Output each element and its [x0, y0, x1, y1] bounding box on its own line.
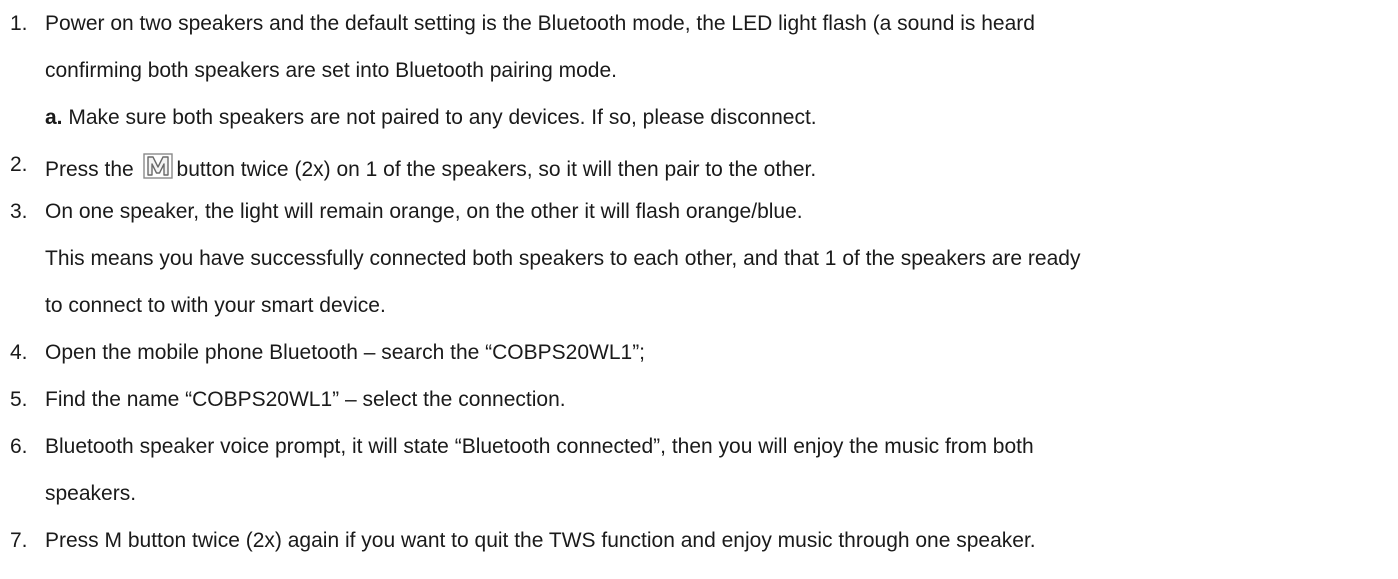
step-text: This means you have successfully connect… — [45, 247, 1081, 270]
step-text: Press the button twice (2x) on 1 of the … — [45, 153, 816, 182]
instruction-document: 1. Power on two speakers and the default… — [0, 0, 1398, 579]
step-text-after-icon: button twice (2x) on 1 of the speakers, … — [176, 158, 817, 181]
step-text: speakers. — [45, 482, 137, 505]
m-button-icon — [142, 153, 173, 179]
step-text: Bluetooth speaker voice prompt, it will … — [45, 435, 1034, 458]
step-number: 4. — [10, 341, 28, 364]
sub-step-text: Make sure both speakers are not paired t… — [62, 106, 817, 129]
step-text: Press M button twice (2x) again if you w… — [45, 529, 1036, 552]
step-text: Power on two speakers and the default se… — [45, 12, 1035, 35]
step-text: Find the name “COBPS20WL1” – select the … — [45, 388, 566, 411]
step-text: to connect to with your smart device. — [45, 294, 386, 317]
step-text: On one speaker, the light will remain or… — [45, 200, 803, 223]
step-number: 3. — [10, 200, 28, 223]
sub-step: a. Make sure both speakers are not paire… — [45, 106, 817, 130]
step-number: 1. — [10, 12, 28, 35]
step-text-before-icon: Press the — [45, 158, 140, 181]
step-number: 7. — [10, 529, 28, 552]
sub-step-label: a. — [45, 106, 63, 129]
step-number: 6. — [10, 435, 28, 458]
step-number: 2. — [10, 153, 28, 176]
step-text: Open the mobile phone Bluetooth – search… — [45, 341, 646, 364]
step-text: confirming both speakers are set into Bl… — [45, 59, 617, 82]
step-number: 5. — [10, 388, 28, 411]
